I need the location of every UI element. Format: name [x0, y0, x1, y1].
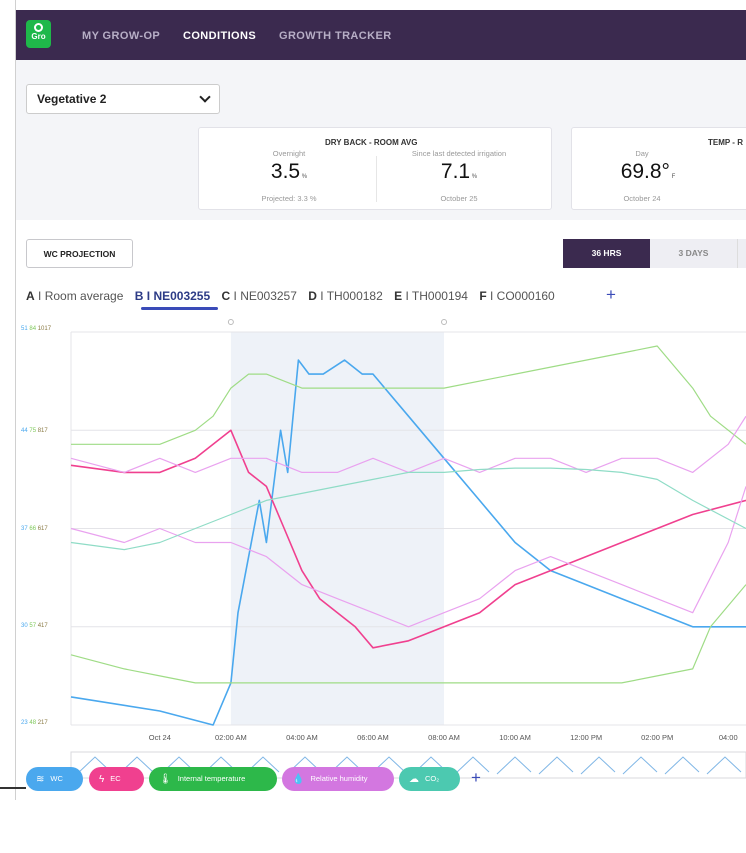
series-pill-temperature[interactable]: 🌡 Internal temperature: [149, 767, 277, 791]
series-pill-humidity[interactable]: 💧 Relative humidity: [282, 767, 394, 791]
droplet-icon: 💧: [292, 774, 305, 785]
band-end-marker: [441, 319, 448, 325]
x-tick-label: 08:00 AM: [428, 733, 460, 742]
bolt-icon: ϟ: [99, 774, 105, 785]
series-pill-co2[interactable]: ☁ CO₂: [399, 767, 460, 791]
x-tick-label: 04:00: [719, 733, 738, 742]
x-tick-label: 02:00 PM: [641, 733, 673, 742]
legend-connector: [0, 787, 26, 789]
band-start-marker: [227, 319, 234, 325]
pill-label: WC: [50, 774, 63, 783]
x-tick-label: 06:00 AM: [357, 733, 389, 742]
pill-label: Relative humidity: [310, 774, 368, 783]
pill-label: Internal temperature: [177, 774, 246, 783]
x-tick-label: 10:00 AM: [499, 733, 531, 742]
x-tick-label: 04:00 AM: [286, 733, 318, 742]
x-tick-label: Oct 24: [149, 733, 171, 742]
series-pill-wc[interactable]: ≋ WC: [26, 767, 83, 791]
pill-label: EC: [110, 774, 121, 783]
add-series-button[interactable]: +: [471, 768, 481, 788]
thermometer-icon: 🌡: [159, 774, 172, 785]
waves-icon: ≋: [36, 774, 45, 785]
pill-label: CO₂: [425, 774, 440, 783]
cloud-icon: ☁: [409, 774, 419, 785]
series-pill-ec[interactable]: ϟ EC: [89, 767, 144, 791]
x-tick-label: 12:00 PM: [570, 733, 602, 742]
x-tick-label: 02:00 AM: [215, 733, 247, 742]
conditions-chart[interactable]: Oct 24 02:00 AM 04:00 AM 06:00 AM 08:00 AM 10…: [0, 0, 746, 790]
